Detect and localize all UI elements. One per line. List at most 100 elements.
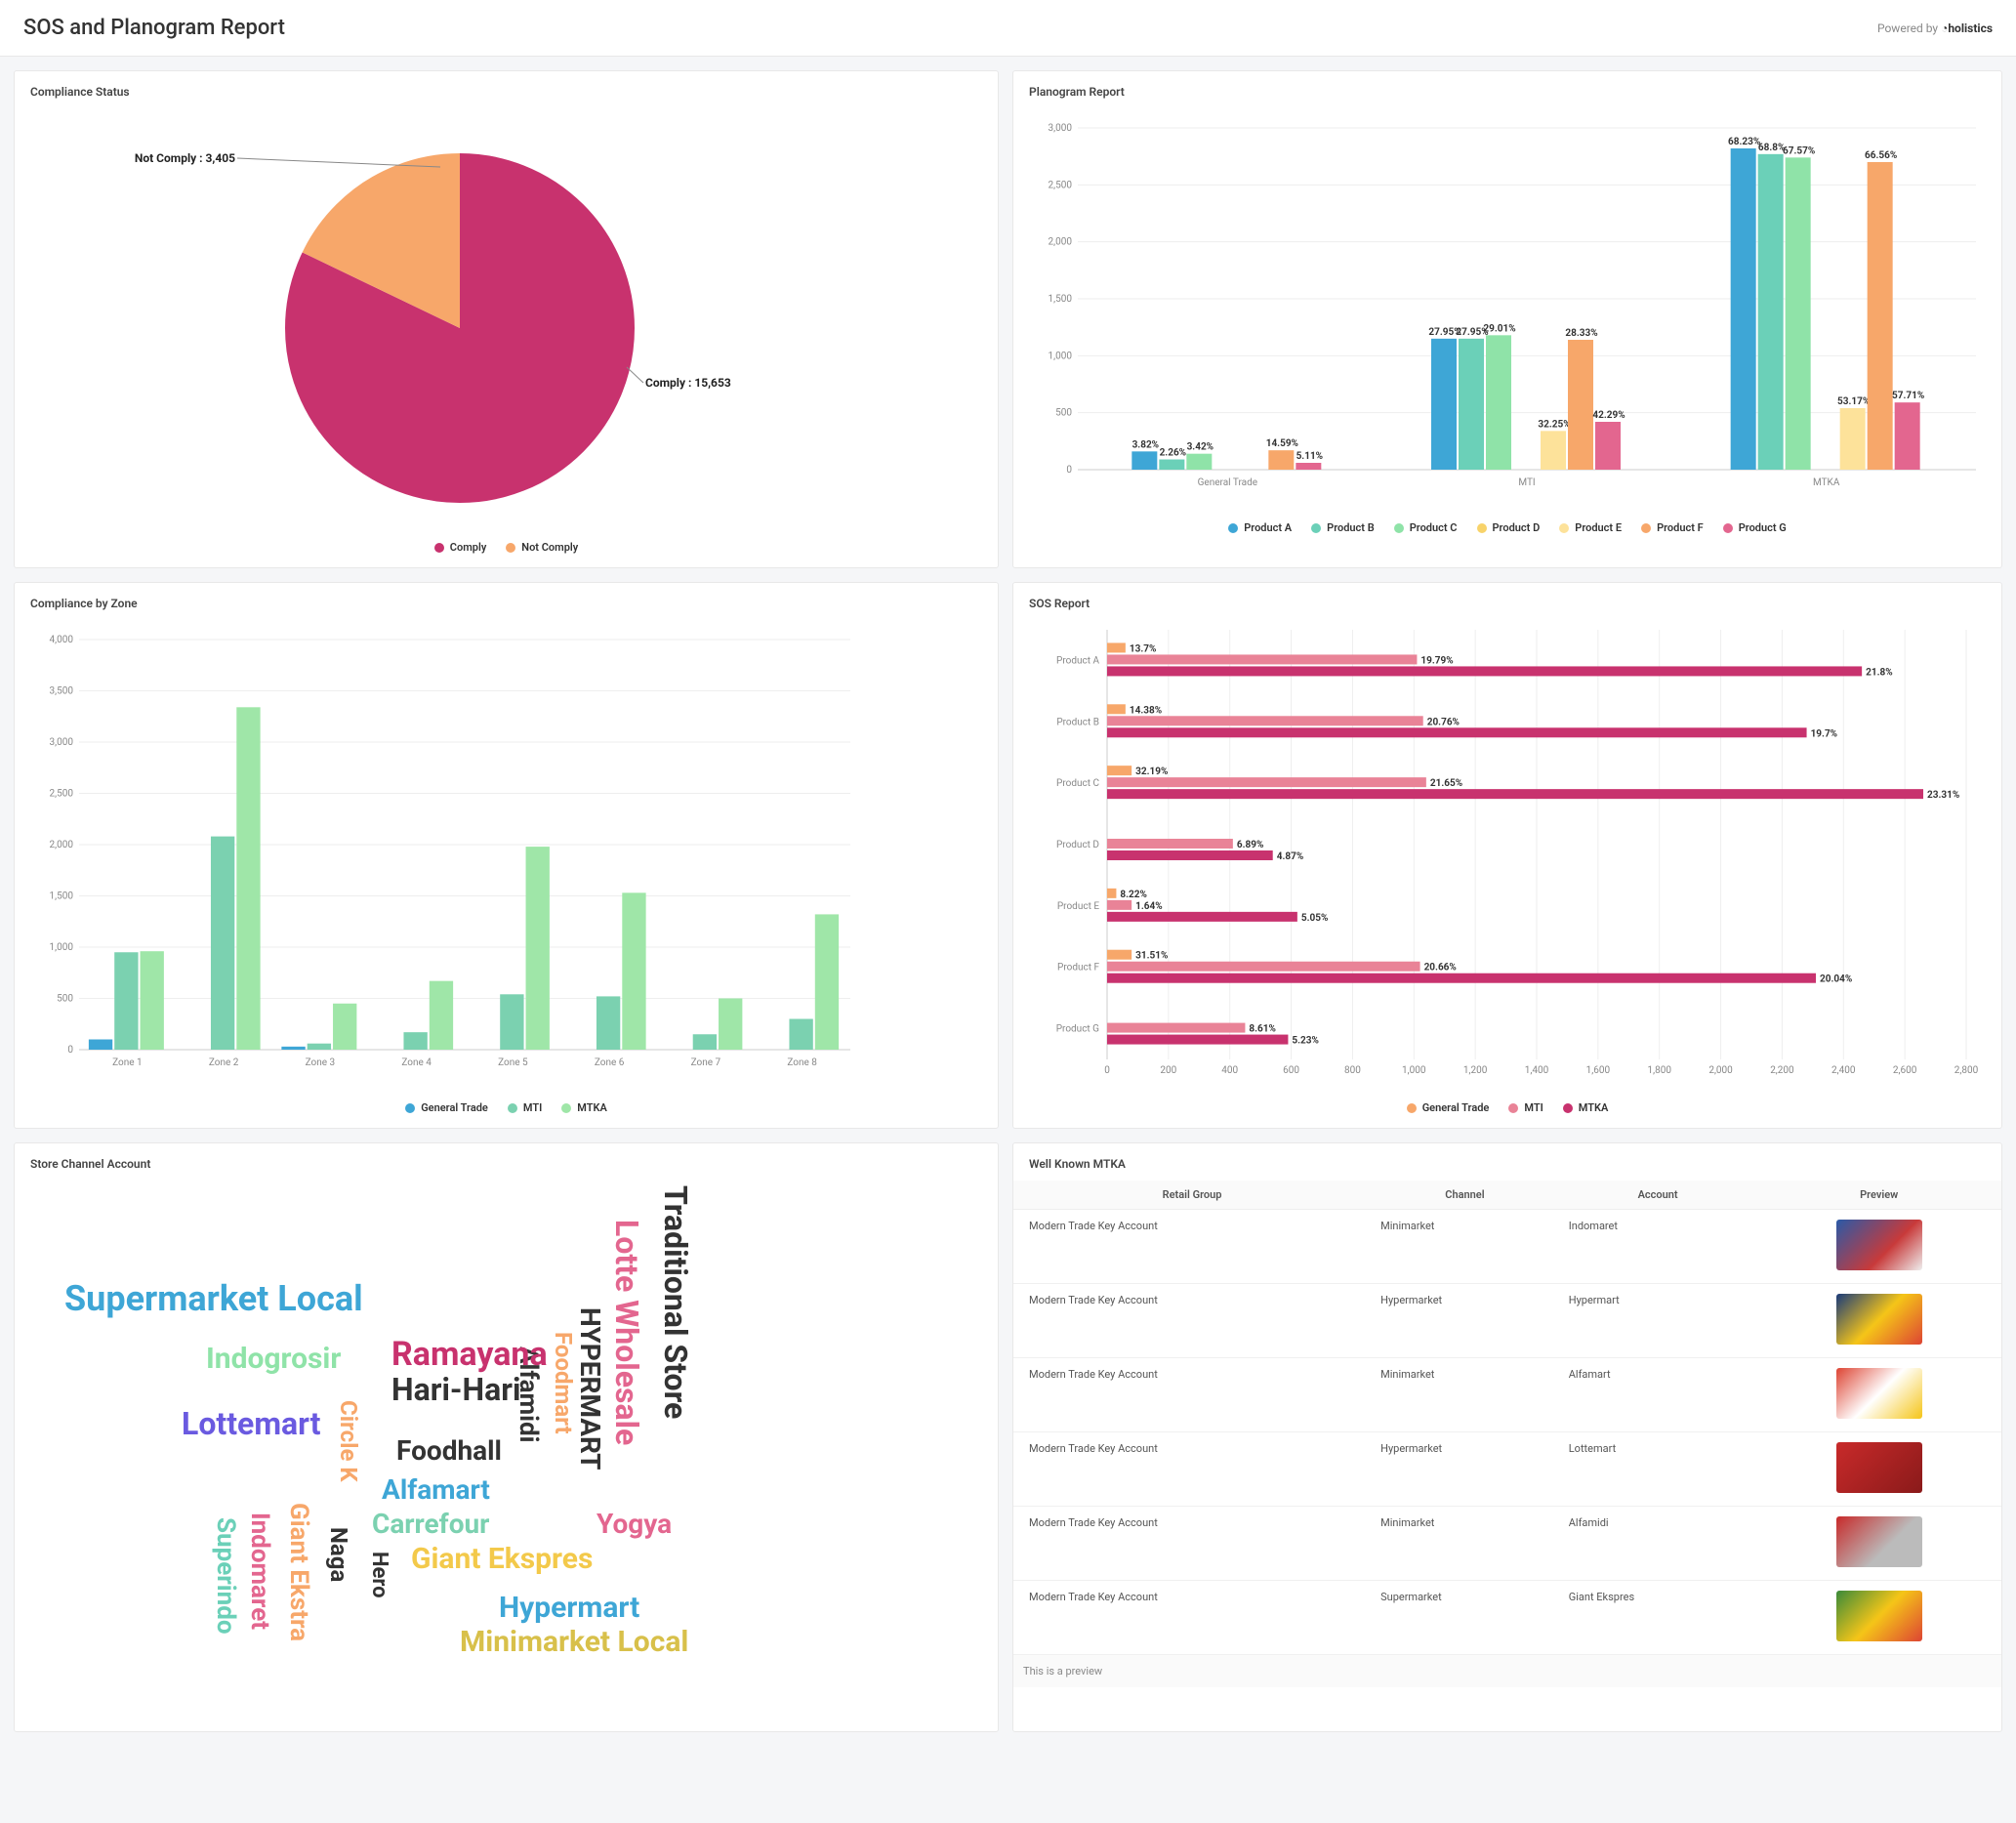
svg-text:General Trade: General Trade [1198,477,1257,488]
svg-text:Not Comply : 3,405: Not Comply : 3,405 [135,151,235,165]
cloud-word[interactable]: Foodhall [396,1434,502,1467]
compliance-status-panel: Compliance Status Comply : 15,653Not Com… [14,70,999,568]
store-channel-panel: Store Channel Account Traditional Store L… [14,1142,999,1732]
cloud-word[interactable]: Giant Ekspres [411,1542,593,1576]
svg-text:3,500: 3,500 [50,686,74,697]
svg-text:3,000: 3,000 [50,737,74,748]
sos-legend: General TradeMTIMTKA [1029,1101,1986,1114]
svg-text:MTKA: MTKA [1813,477,1840,488]
cloud-word[interactable]: Ramayana [391,1335,548,1374]
svg-text:400: 400 [1221,1065,1238,1076]
cloud-word[interactable]: Foodmart [550,1332,577,1434]
table-row[interactable]: Modern Trade Key AccountMinimarketAlfama… [1013,1358,2001,1432]
preview-thumb [1836,1368,1922,1419]
table-row[interactable]: Modern Trade Key AccountMinimarketAlfami… [1013,1507,2001,1581]
svg-text:Product A: Product A [1056,655,1099,666]
table-row[interactable]: Modern Trade Key AccountSupermarketGiant… [1013,1581,2001,1655]
cloud-word[interactable]: Giant Ekstra [284,1503,313,1641]
svg-text:Zone 2: Zone 2 [209,1057,239,1068]
svg-text:Zone 6: Zone 6 [595,1057,625,1068]
svg-text:4,000: 4,000 [50,635,74,645]
preview-thumb [1836,1294,1922,1345]
svg-text:0: 0 [1104,1065,1110,1076]
svg-text:42.29%: 42.29% [1592,410,1625,421]
well-known-panel: Well Known MTKA Retail GroupChannelAccou… [1012,1142,2002,1732]
table-header: Retail Group [1013,1181,1371,1210]
svg-text:68.8%: 68.8% [1758,143,1786,153]
cloud-word[interactable]: Superindo [211,1517,240,1635]
cloud-word[interactable]: Lottemart [182,1405,320,1442]
cloud-word[interactable]: Supermarket Local [64,1278,363,1319]
cloud-word[interactable]: Hypermart [499,1591,639,1625]
svg-text:1,000: 1,000 [1402,1065,1426,1076]
cloud-word[interactable]: Naga [325,1527,352,1582]
table-row[interactable]: Modern Trade Key AccountHypermarketHyper… [1013,1284,2001,1358]
svg-text:2,400: 2,400 [1831,1065,1856,1076]
svg-text:28.33%: 28.33% [1565,328,1597,339]
svg-text:Zone 4: Zone 4 [401,1057,432,1068]
svg-text:Product C: Product C [1056,778,1099,789]
svg-text:Zone 7: Zone 7 [691,1057,721,1068]
planogram-panel: Planogram Report 05001,0001,5002,0002,50… [1012,70,2002,568]
cloud-word[interactable]: Traditional Store [657,1185,694,1419]
svg-text:500: 500 [57,994,73,1005]
svg-text:20.04%: 20.04% [1820,974,1852,985]
panel-title: Compliance by Zone [30,597,982,610]
panel-title: Planogram Report [1029,85,1986,99]
svg-text:20.76%: 20.76% [1427,717,1460,727]
preview-thumb [1836,1220,1922,1270]
wordcloud[interactable]: Traditional Store Lotte WholesaleHYPERMAR… [30,1181,982,1718]
panel-title: Compliance Status [30,85,982,99]
svg-text:2,000: 2,000 [1049,237,1073,248]
svg-text:23.31%: 23.31% [1927,790,1959,801]
zone-bar-chart[interactable]: 05001,0001,5002,0002,5003,0003,5004,000Z… [30,620,860,1089]
svg-text:5.11%: 5.11% [1296,451,1324,462]
cloud-word[interactable]: Lotte Wholesale [608,1220,645,1445]
planogram-bar-chart[interactable]: 05001,0001,5002,0002,5003,000General Tra… [1029,108,1986,509]
svg-text:66.56%: 66.56% [1865,150,1897,161]
svg-text:5.23%: 5.23% [1292,1036,1319,1047]
table-row[interactable]: Modern Trade Key AccountMinimarketIndoma… [1013,1210,2001,1284]
mtka-table[interactable]: Retail GroupChannelAccountPreview Modern… [1013,1181,2001,1655]
preview-thumb [1836,1516,1922,1567]
svg-text:32.19%: 32.19% [1135,766,1168,777]
svg-text:800: 800 [1344,1065,1361,1076]
table-header: Channel [1371,1181,1559,1210]
sos-bar-chart[interactable]: 02004006008001,0001,2001,4001,6001,8002,… [1029,620,1986,1089]
cloud-word[interactable]: Hari-Hari [391,1371,520,1408]
svg-text:3,000: 3,000 [1049,123,1073,134]
svg-text:3.42%: 3.42% [1187,442,1214,453]
cloud-word[interactable]: Hero [367,1552,391,1598]
cloud-word[interactable]: Indomaret [245,1512,274,1630]
cloud-word[interactable]: HYPERMART [574,1307,606,1471]
cloud-word[interactable]: Circle K [335,1400,362,1482]
cloud-word[interactable]: Yogya [597,1508,672,1540]
cloud-word[interactable]: Minimarket Local [460,1625,688,1659]
svg-text:14.59%: 14.59% [1266,438,1298,449]
powered-by: Powered by ◔holistics [1877,21,1993,35]
svg-text:14.38%: 14.38% [1130,705,1162,716]
svg-text:Product F: Product F [1057,963,1099,974]
compliance-pie-chart[interactable]: Comply : 15,653Not Comply : 3,405 [30,108,860,528]
zone-legend: General TradeMTIMTKA [30,1101,982,1114]
svg-text:5.05%: 5.05% [1301,913,1329,924]
svg-text:20.66%: 20.66% [1424,963,1457,974]
preview-thumb [1836,1442,1922,1493]
svg-text:2,500: 2,500 [50,789,74,800]
table-row[interactable]: Modern Trade Key AccountHypermarketLotte… [1013,1432,2001,1507]
panel-title: Store Channel Account [30,1157,982,1171]
cloud-word[interactable]: Alfamart [382,1473,490,1506]
pie-legend: Comply Not Comply [30,541,982,554]
cloud-word[interactable]: Carrefour [372,1508,489,1540]
svg-text:8.61%: 8.61% [1249,1024,1276,1035]
cloud-word[interactable]: Indogrosir [206,1342,341,1376]
svg-text:1,800: 1,800 [1647,1065,1671,1076]
svg-text:2,800: 2,800 [1954,1065,1979,1076]
compliance-zone-panel: Compliance by Zone 05001,0001,5002,0002,… [14,582,999,1129]
svg-text:Product B: Product B [1056,717,1099,727]
svg-text:19.7%: 19.7% [1811,728,1838,739]
table-header: Account [1559,1181,1757,1210]
svg-text:1,500: 1,500 [1049,294,1073,305]
svg-text:1,200: 1,200 [1463,1065,1488,1076]
svg-text:21.8%: 21.8% [1866,667,1893,678]
